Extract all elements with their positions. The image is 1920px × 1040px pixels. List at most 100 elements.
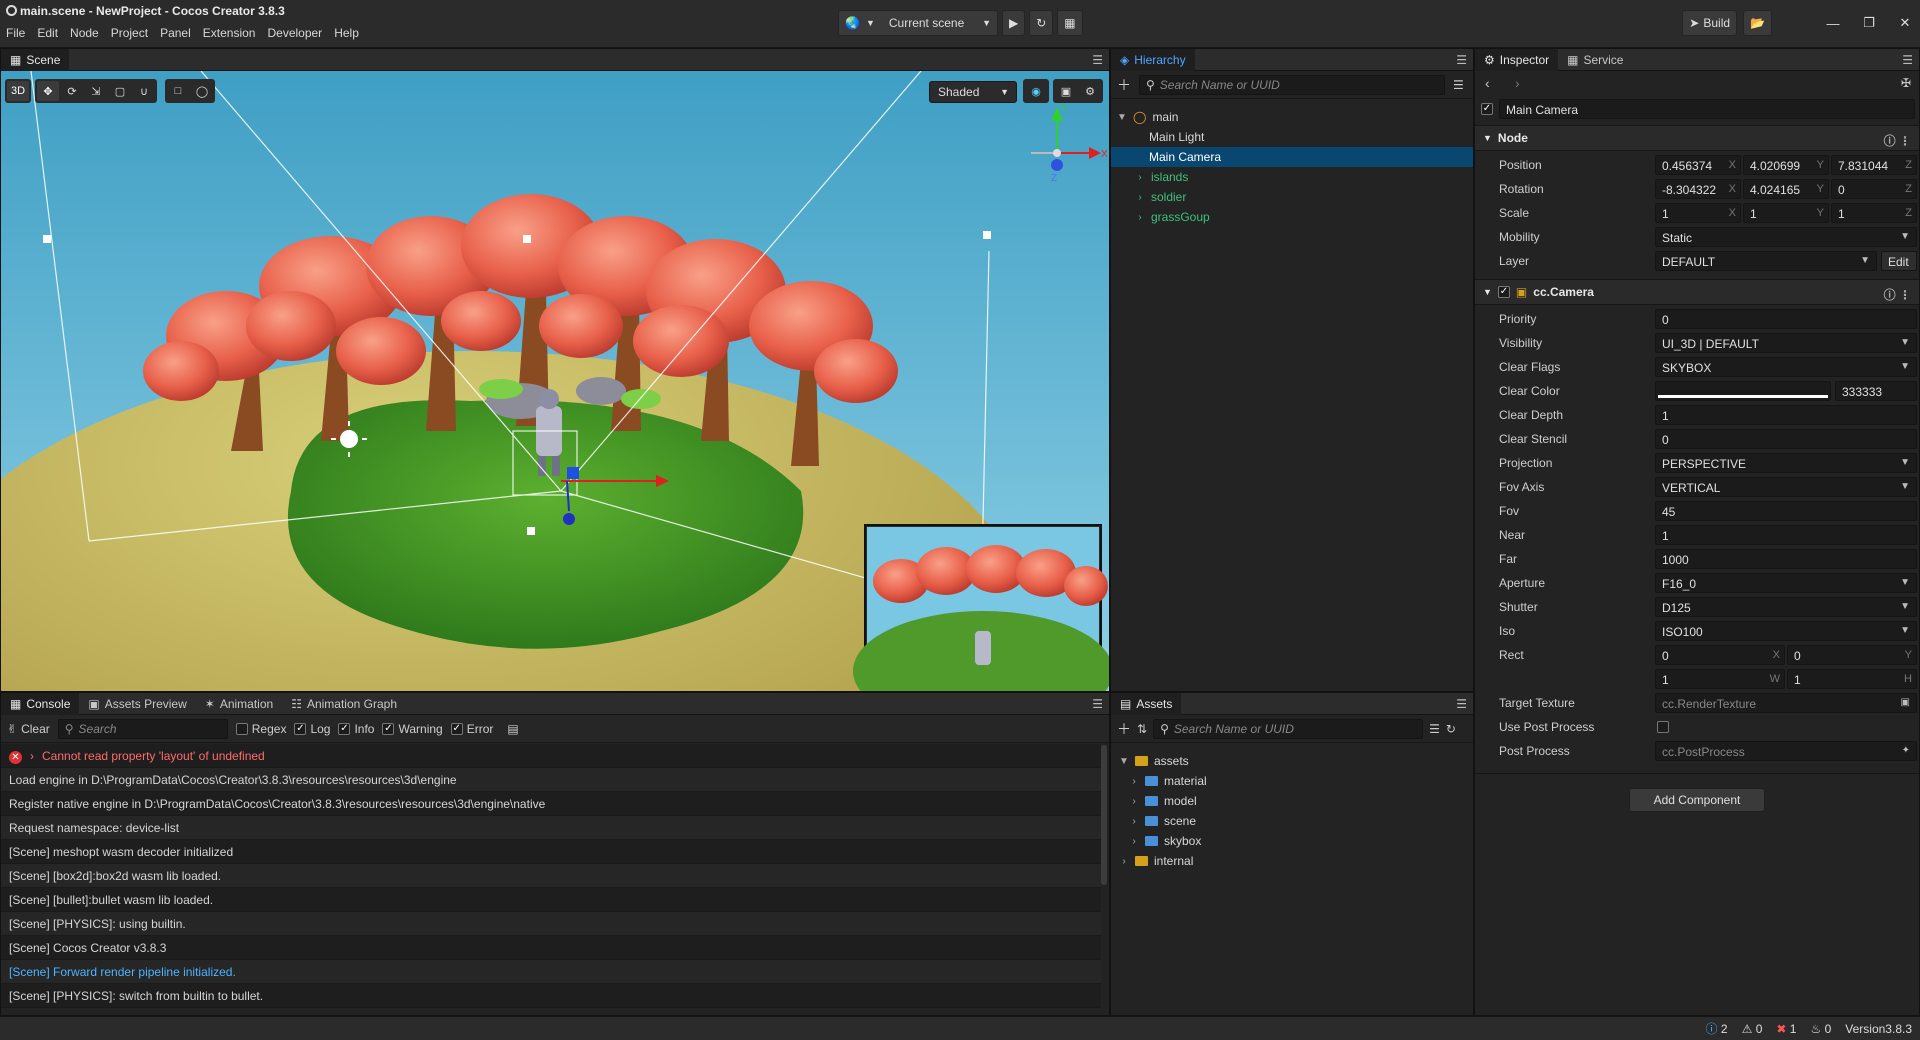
log-row[interactable]: [Scene] [PHYSICS]: switch from builtin t… — [1, 984, 1101, 1008]
menu-help[interactable]: Help — [334, 26, 359, 40]
collapse-all-icon[interactable]: ☰ — [1453, 78, 1464, 92]
warning-checkbox[interactable]: ✓ Warning — [382, 722, 443, 736]
node-active-checkbox[interactable]: ✓ — [1481, 103, 1493, 115]
rotation-y-input[interactable]: 4.024165 Y — [1743, 179, 1829, 199]
clear-flags-select[interactable]: SKYBOX ▼ — [1655, 357, 1917, 377]
clear-stencil-input[interactable]: 0 — [1655, 429, 1917, 449]
tab-console[interactable]: ▦ Console — [1, 692, 80, 715]
priority-input[interactable]: 0 — [1655, 309, 1917, 329]
log-row[interactable]: [Scene] [bullet]:bullet wasm lib loaded. — [1, 888, 1101, 912]
fov-input[interactable]: 45 — [1655, 501, 1917, 521]
add-asset-icon[interactable]: ＋ — [1117, 719, 1131, 739]
tree-node-soldier[interactable]: › soldier — [1111, 187, 1473, 207]
panel-menu-icon[interactable]: ☰ — [1456, 53, 1467, 67]
close-button[interactable]: ✕ — [1890, 15, 1920, 31]
post-process-input[interactable]: cc.PostProcess ✦ — [1655, 741, 1917, 761]
info-counter[interactable]: ⓘ 2 — [1706, 1020, 1728, 1037]
log-row[interactable]: Register native engine in D:\ProgramData… — [1, 792, 1101, 816]
preview-platform-select[interactable]: 🌏 ▼ Current scene ▼ — [838, 10, 998, 36]
maximize-button[interactable]: ❐ — [1854, 15, 1884, 31]
clear-color-swatch[interactable] — [1655, 381, 1831, 401]
camera-section-header[interactable]: ▼ ✓ ▣ cc.Camera ⓘ ⋮ — [1475, 279, 1919, 305]
rotation-z-input[interactable]: 0Z — [1831, 179, 1917, 199]
tab-assets-preview[interactable]: ▣ Assets Preview — [79, 693, 195, 715]
qr-button[interactable]: ▦ — [1057, 10, 1083, 36]
tab-animation-graph[interactable]: ☷ Animation Graph — [282, 693, 406, 715]
asset-folder-model[interactable]: › model — [1111, 791, 1473, 811]
refresh-icon[interactable]: ↻ — [1446, 722, 1456, 736]
camera-enabled-checkbox[interactable]: ✓ — [1497, 286, 1510, 298]
log-row[interactable]: [Scene] [PHYSICS]: using builtin. — [1, 912, 1101, 936]
menu-panel[interactable]: Panel — [160, 26, 191, 40]
log-checkbox[interactable]: ✓ Log — [294, 722, 330, 736]
near-input[interactable]: 1 — [1655, 525, 1917, 545]
mobility-select[interactable]: Static ▼ — [1655, 227, 1917, 247]
assets-tree[interactable]: ▼ assets › material › model › scene › skybox … — [1111, 751, 1473, 871]
log-row[interactable]: Request namespace: device-list — [1, 816, 1101, 840]
log-row[interactable]: [Scene] meshopt wasm decoder initialized — [1, 840, 1101, 864]
add-node-icon[interactable]: ＋ — [1117, 75, 1131, 95]
error-checkbox[interactable]: ✓ Error — [450, 722, 493, 736]
tree-node-islands[interactable]: › islands — [1111, 167, 1473, 187]
fov-axis-select[interactable]: VERTICAL ▼ — [1655, 477, 1917, 497]
log-row[interactable]: ✕ › Cannot read property 'layout' of undef… — [1, 744, 1101, 768]
collapse-all-icon[interactable]: ☰ — [1429, 722, 1440, 736]
log-row[interactable]: [Scene] [box2d]:box2d wasm lib loaded. — [1, 864, 1101, 888]
clear-button[interactable]: ✌ Clear — [7, 722, 50, 736]
pin-icon[interactable]: ✠ — [1901, 76, 1911, 90]
hierarchy-search-input[interactable]: ⚲ Search Name or UUID — [1139, 74, 1445, 95]
node-name-input[interactable]: Main Camera — [1499, 99, 1915, 119]
mode-3d-button[interactable]: 3D — [7, 81, 29, 101]
rect-y-input[interactable]: 0Y — [1787, 645, 1917, 665]
rect-tool-button[interactable]: ▢ — [109, 81, 131, 101]
error-counter[interactable]: ✖ 1 — [1776, 1022, 1796, 1036]
asset-folder-scene[interactable]: › scene — [1111, 811, 1473, 831]
log-row[interactable]: [Scene] Forward render pipeline initiali… — [1, 960, 1101, 984]
target-texture-input[interactable]: cc.RenderTexture ▣ — [1655, 693, 1917, 713]
layer-edit-button[interactable]: Edit — [1881, 251, 1917, 271]
warning-counter[interactable]: ⚠ 0 — [1742, 1022, 1763, 1036]
clear-color-hex-input[interactable]: 333333 — [1835, 381, 1917, 401]
sort-icon[interactable]: ⇅ — [1137, 722, 1147, 736]
tree-node-main[interactable]: ▼ ◯ main — [1111, 107, 1473, 127]
menu-edit[interactable]: Edit — [37, 26, 58, 40]
panel-menu-icon[interactable]: ☰ — [1092, 53, 1103, 67]
play-button[interactable]: ▶ — [1002, 10, 1026, 36]
rect-w-input[interactable]: 1W — [1655, 669, 1785, 689]
position-z-input[interactable]: 7.831044 Z — [1831, 155, 1917, 175]
aperture-select[interactable]: F16_0 ▼ — [1655, 573, 1917, 593]
scale-tool-button[interactable]: ⇲ — [85, 81, 107, 101]
node-section-header[interactable]: ▼ Node ⓘ ⋮ — [1475, 125, 1919, 151]
panel-menu-icon[interactable]: ☰ — [1456, 697, 1467, 711]
assets-search-input[interactable]: ⚲ Search Name or UUID — [1153, 718, 1424, 739]
add-component-button[interactable]: Add Component — [1629, 788, 1765, 812]
menu-node[interactable]: Node — [70, 26, 99, 40]
log-row[interactable]: Load engine in D:\ProgramData\Cocos\Crea… — [1, 768, 1101, 792]
open-project-folder-button[interactable]: 📂 — [1743, 10, 1772, 36]
scale-y-input[interactable]: 1Y — [1743, 203, 1829, 223]
panel-menu-icon[interactable]: ☰ — [1902, 53, 1913, 67]
tab-hierarchy[interactable]: ◈ Hierarchy — [1111, 48, 1195, 71]
use-post-process-checkbox[interactable] — [1657, 721, 1669, 733]
asset-folder-material[interactable]: › material — [1111, 771, 1473, 791]
tab-service[interactable]: ▦ Service — [1558, 49, 1632, 71]
info-checkbox[interactable]: ✓ Info — [338, 722, 374, 736]
far-input[interactable]: 1000 — [1655, 549, 1917, 569]
pivot-button[interactable]: □ — [167, 81, 189, 101]
visibility-select[interactable]: UI_3D | DEFAULT ▼ — [1655, 333, 1917, 353]
scene-camera-button[interactable]: ▣ — [1055, 81, 1077, 101]
shading-mode-select[interactable]: Shaded ▼ — [929, 81, 1017, 103]
console-search-input[interactable]: ⚲ Search — [57, 718, 228, 739]
back-arrow-icon[interactable]: ‹ — [1485, 75, 1490, 91]
scene-settings-button[interactable]: ⚙ — [1079, 81, 1101, 101]
asset-folder-internal[interactable]: › internal — [1111, 851, 1473, 871]
tree-node-grassgoup[interactable]: › grassGoup — [1111, 207, 1473, 227]
move-tool-button[interactable]: ✥ — [37, 81, 59, 101]
tree-node-main-light[interactable]: Main Light — [1111, 127, 1473, 147]
help-icon[interactable]: ⓘ ⋮ — [1884, 286, 1911, 303]
menu-project[interactable]: Project — [111, 26, 148, 40]
asset-folder-skybox[interactable]: › skybox — [1111, 831, 1473, 851]
open-log-file-icon[interactable]: ▤ — [507, 722, 518, 736]
console-log-list[interactable]: ✕ › Cannot read property 'layout' of undef… — [1, 744, 1101, 1016]
projection-select[interactable]: PERSPECTIVE ▼ — [1655, 453, 1917, 473]
